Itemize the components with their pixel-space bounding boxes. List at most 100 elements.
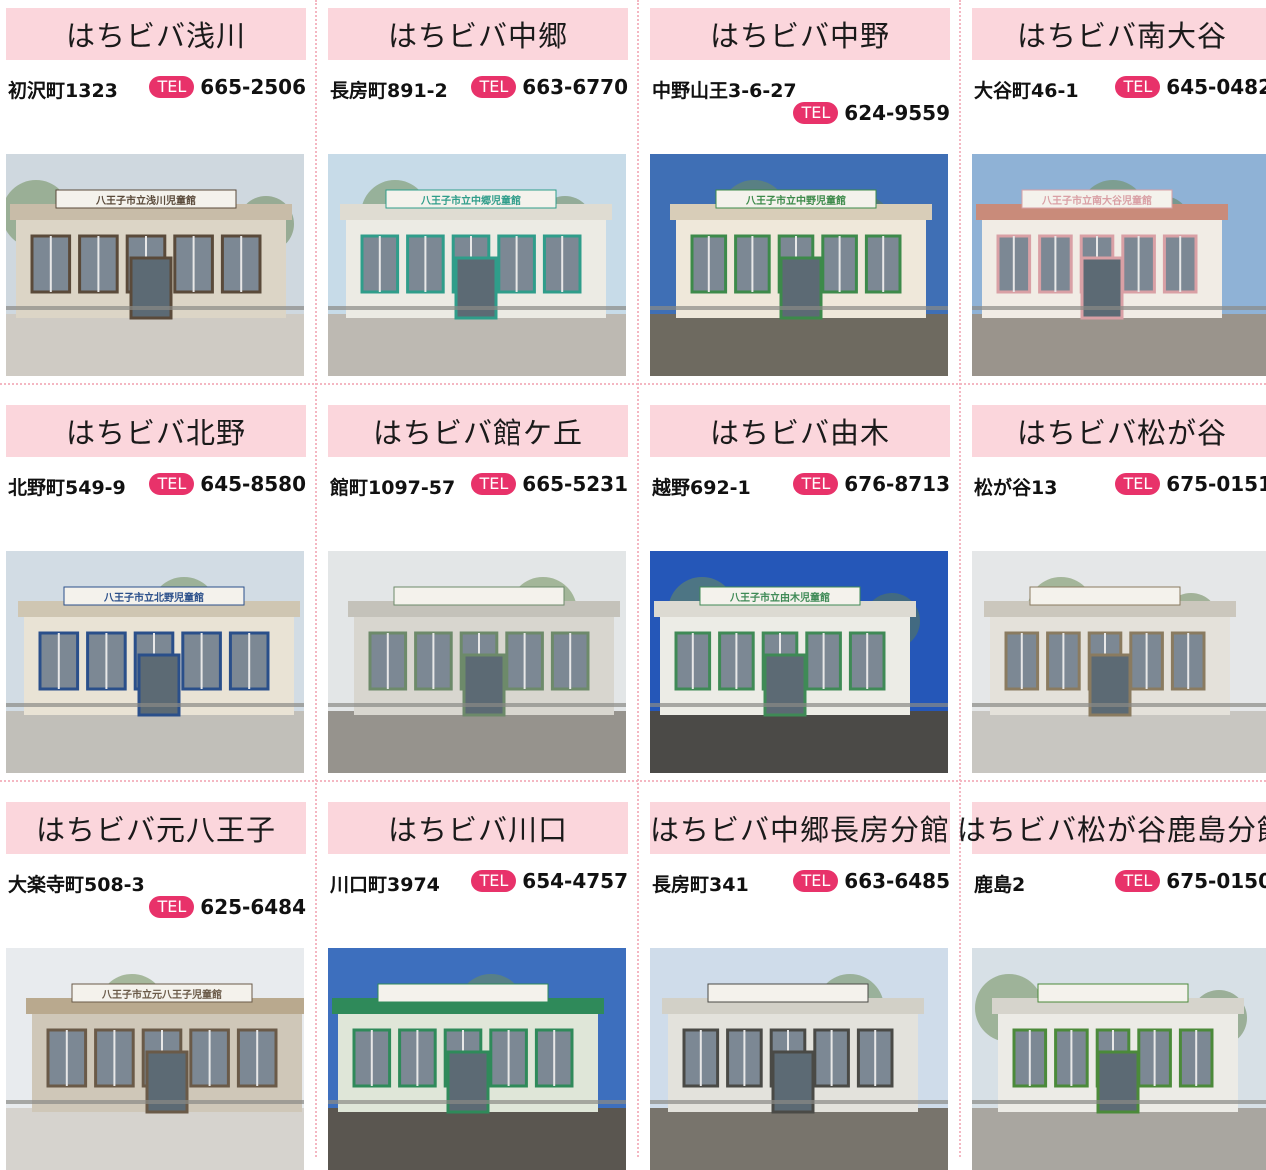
phone-number: 645-0482 [1166,75,1266,99]
center-name: はちビバ南大谷 [972,8,1266,60]
building-illustration: 八王子市立浅川児童館 [6,154,304,376]
center-name: はちビバ松が谷 [972,405,1266,457]
fence-rail [972,703,1266,707]
building-illustration: 八王子市立南大谷児童館 [972,154,1266,376]
fence-rail [650,703,948,707]
phone-number: 663-6485 [844,869,950,893]
center-phone: TEL 645-0482 [1115,75,1266,99]
center-phone: TEL 663-6770 [471,75,628,99]
row-divider [0,383,1266,385]
ground [650,314,948,376]
center-phone: TEL 675-0151 [1115,472,1266,496]
ground [6,314,304,376]
center-address: 越野692-1 [652,477,751,499]
fence-rail [328,1100,626,1104]
center-address: 北野町549-9 [8,477,126,499]
sign-text: 八王子市立浅川児童館 [95,194,196,207]
sign-text: 八王子市立元八王子児童館 [101,988,222,1001]
building-sign [377,983,549,1003]
fence-rail [972,1100,1266,1104]
phone-number: 665-2506 [200,75,306,99]
phone-number: 645-8580 [200,472,306,496]
building-photo [328,551,626,773]
building-photo [650,948,948,1170]
building-photo: 八王子市立浅川児童館 [6,154,304,376]
center-name: はちビバ浅川 [6,8,306,60]
ground [972,314,1266,376]
building-photo [328,948,626,1170]
ground [328,1108,626,1170]
center-phone: TEL 676-8713 [793,472,950,496]
center-phone: TEL 663-6485 [793,869,950,893]
ground [972,1108,1266,1170]
ground [650,1108,948,1170]
tel-badge: TEL [1115,76,1161,98]
building-photo [972,551,1266,773]
center-phone: TEL 665-5231 [471,472,628,496]
center-name: はちビバ中郷 [328,8,628,60]
tel-badge: TEL [149,76,195,98]
phone-number: 663-6770 [522,75,628,99]
center-address: 長房町341 [652,874,749,896]
building-illustration: 八王子市立中野児童館 [650,154,948,376]
phone-number: 654-4757 [522,869,628,893]
ground [6,711,304,773]
building-photo: 八王子市立元八王子児童館 [6,948,304,1170]
building-sign [393,586,565,606]
center-name: はちビバ松が谷鹿島分館 [957,802,1266,854]
phone-number: 676-8713 [844,472,950,496]
building-photo [972,948,1266,1170]
center-address: 大谷町46-1 [974,80,1079,102]
center-name: はちビバ中郷長房分館 [650,802,950,854]
phone-number: 675-0150 [1166,869,1266,893]
fence-rail [6,306,304,310]
building-photo: 八王子市立南大谷児童館 [972,154,1266,376]
tel-badge: TEL [471,76,517,98]
building-photo: 八王子市立北野児童館 [6,551,304,773]
column-divider [637,0,639,1157]
building-illustration: 八王子市立北野児童館 [6,551,304,773]
fence-rail [6,1100,304,1104]
ground [328,314,626,376]
center-name: はちビバ由木 [650,405,950,457]
fence-rail [972,306,1266,310]
building-sign [707,983,869,1003]
building-illustration: 八王子市立元八王子児童館 [6,948,304,1170]
tel-badge: TEL [1115,870,1161,892]
center-address: 松が谷13 [974,477,1058,499]
center-address: 大楽寺町508-3 [8,874,145,896]
center-address: 初沢町1323 [8,80,118,102]
phone-number: 625-6484 [200,895,306,919]
building-illustration: 八王子市立中郷児童館 [328,154,626,376]
center-phone: TEL 665-2506 [149,75,306,99]
building-photo: 八王子市立由木児童館 [650,551,948,773]
tel-badge: TEL [471,870,517,892]
sign-text: 八王子市立中野児童館 [745,194,846,207]
center-name: はちビバ川口 [328,802,628,854]
building-illustration: 八王子市立由木児童館 [650,551,948,773]
building-photo: 八王子市立中郷児童館 [328,154,626,376]
tel-badge: TEL [1115,473,1161,495]
ground [650,711,948,773]
tel-badge: TEL [793,102,839,124]
center-phone: TEL 625-6484 [149,895,306,919]
center-phone: TEL 645-8580 [149,472,306,496]
building-illustration [972,948,1266,1170]
row-divider [0,780,1266,782]
center-address: 館町1097-57 [330,477,456,499]
sign-text: 八王子市立中郷児童館 [420,194,521,207]
building-sign [1029,586,1181,606]
ground [328,711,626,773]
phone-number: 665-5231 [522,472,628,496]
building-photo: 八王子市立中野児童館 [650,154,948,376]
sign-text: 八王子市立由木児童館 [729,591,830,604]
fence-rail [328,306,626,310]
sign-text: 八王子市立南大谷児童館 [1041,194,1152,207]
fence-rail [328,703,626,707]
center-phone: TEL 624-9559 [793,101,950,125]
fence-rail [650,306,948,310]
tel-badge: TEL [793,870,839,892]
phone-number: 675-0151 [1166,472,1266,496]
fence-rail [6,703,304,707]
fence-rail [650,1100,948,1104]
